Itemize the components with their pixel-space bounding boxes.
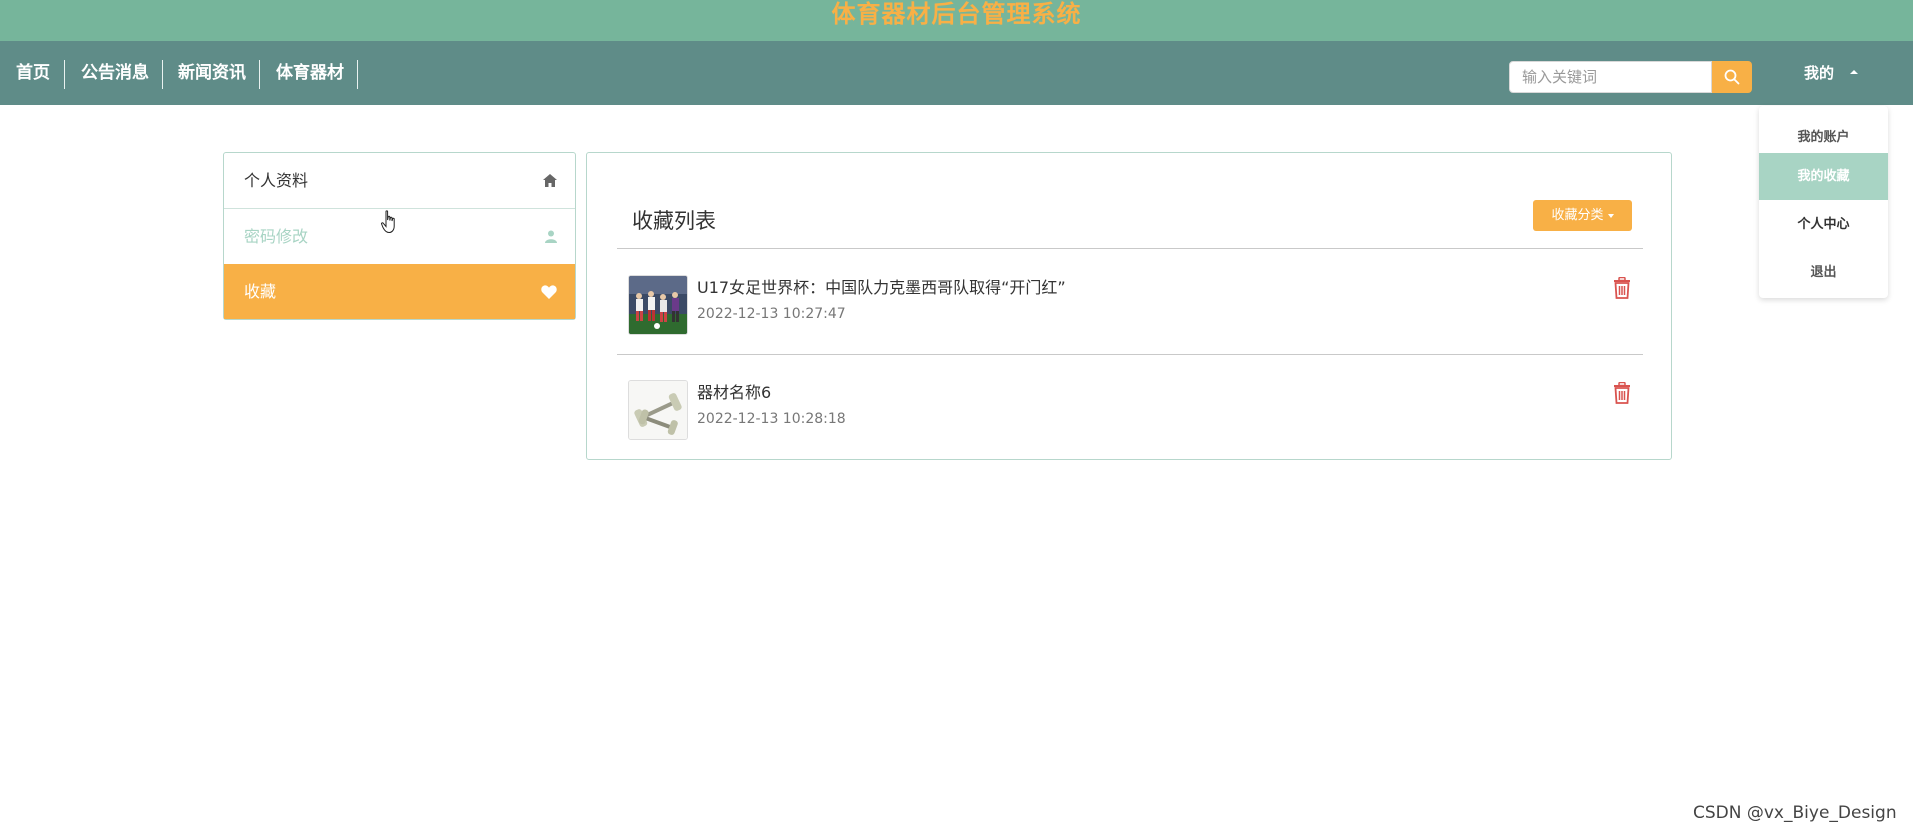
favorites-panel: 收藏列表 收藏分类 U17女足世界杯：中国队力克墨西哥队取得“开门红” 2022… [586,152,1672,460]
sidebar-item-label: 密码修改 [244,227,309,246]
sidebar-menu: 个人资料 密码修改 收藏 [223,152,576,320]
user-menu-label: 我的 [1804,64,1835,82]
favorite-time: 2022-12-13 10:28:18 [697,411,846,427]
favorite-category-label: 收藏分类 [1551,208,1604,223]
favorite-title[interactable]: U17女足世界杯：中国队力克墨西哥队取得“开门红” [697,274,1066,298]
sidebar-item-password[interactable]: 密码修改 [224,209,575,264]
sidebar-item-profile[interactable]: 个人资料 [224,153,575,208]
sidebar-item-label: 个人资料 [244,171,309,190]
nav-item-news[interactable]: 新闻资讯 [178,41,246,105]
nav-divider [357,60,358,89]
menu-item-personal-center[interactable]: 个人中心 [1759,201,1888,248]
top-banner: 体育器材后台管理系统 [0,0,1913,41]
favorite-title[interactable]: 器材名称6 [697,379,771,403]
user-menu-toggle[interactable]: 我的 [1804,41,1859,105]
list-divider [617,354,1643,355]
user-icon [545,209,557,264]
trash-icon[interactable] [1612,277,1632,299]
trash-icon[interactable] [1612,382,1632,404]
sidebar-item-favorites[interactable]: 收藏 [224,264,575,319]
sidebar-item-label: 收藏 [244,282,277,301]
search-icon [1724,69,1740,85]
nav-divider [64,60,65,89]
menu-item-my-favorites[interactable]: 我的收藏 [1759,153,1888,200]
caret-down-icon [1607,213,1614,218]
nav-item-home[interactable]: 首页 [16,41,50,105]
soccer-photo-thumbnail [628,275,688,335]
nav-divider [259,60,260,89]
nav-divider [162,60,163,89]
search-button[interactable] [1712,61,1752,93]
site-title: 体育器材后台管理系统 [831,0,1082,28]
heart-icon [541,264,557,319]
favorites-list-title: 收藏列表 [632,209,716,233]
menu-item-logout[interactable]: 退出 [1759,249,1888,296]
list-divider [617,248,1643,249]
caret-up-icon [1850,69,1859,74]
favorite-category-button[interactable]: 收藏分类 [1533,200,1632,231]
nav-item-announcements[interactable]: 公告消息 [81,41,149,105]
home-icon [543,153,557,208]
watermark: CSDN @vx_Biye_Design [1693,803,1897,823]
user-dropdown-menu: 我的账户 我的收藏 个人中心 退出 [1759,106,1888,298]
dumbbell-photo-thumbnail [628,380,688,440]
search-input[interactable] [1509,61,1712,93]
nav-item-equipment[interactable]: 体育器材 [276,41,344,105]
favorite-time: 2022-12-13 10:27:47 [697,306,846,322]
hand-pointer-cursor-icon [381,210,395,234]
